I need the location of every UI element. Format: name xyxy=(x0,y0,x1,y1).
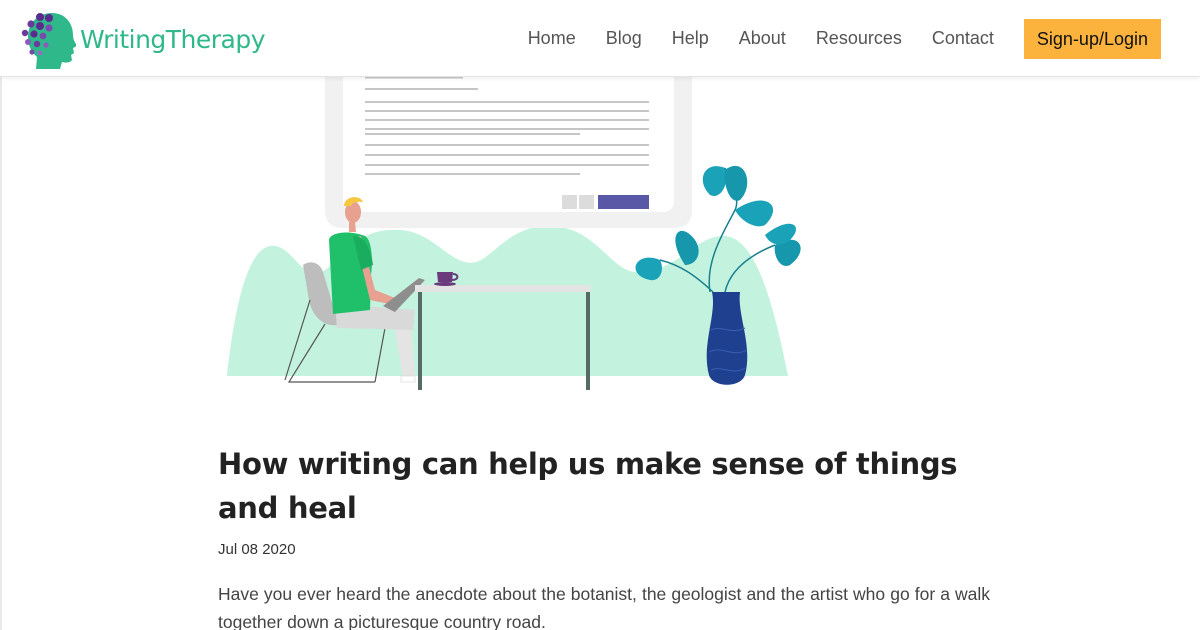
document-sheet xyxy=(343,60,674,212)
signup-login-button[interactable]: Sign-up/Login xyxy=(1023,18,1161,59)
nav-resources[interactable]: Resources xyxy=(816,28,902,49)
main-nav: Home Blog Help About Resources Contact S… xyxy=(528,0,1200,77)
document-small-button xyxy=(579,195,594,209)
hero-illustration xyxy=(227,60,801,390)
document-primary-button xyxy=(598,195,649,209)
logo-wordmark: WritingTherapy xyxy=(80,24,266,54)
document-small-button xyxy=(562,195,577,209)
site-header: WritingTherapy Home Blog Help About Reso… xyxy=(0,0,1200,77)
article-date: Jul 08 2020 xyxy=(218,541,296,558)
nav-about[interactable]: About xyxy=(739,28,786,49)
left-edge-divider xyxy=(0,0,2,630)
nav-contact[interactable]: Contact xyxy=(932,28,994,49)
nav-home[interactable]: Home xyxy=(528,28,576,49)
article-excerpt: Have you ever heard the anecdote about t… xyxy=(218,584,990,630)
nav-blog[interactable]: Blog xyxy=(606,28,642,49)
nav-help[interactable]: Help xyxy=(672,28,709,49)
site-logo[interactable]: WritingTherapy xyxy=(18,8,266,70)
article-title: How writing can help us make sense of th… xyxy=(218,447,958,525)
head-logo-icon xyxy=(21,13,76,69)
